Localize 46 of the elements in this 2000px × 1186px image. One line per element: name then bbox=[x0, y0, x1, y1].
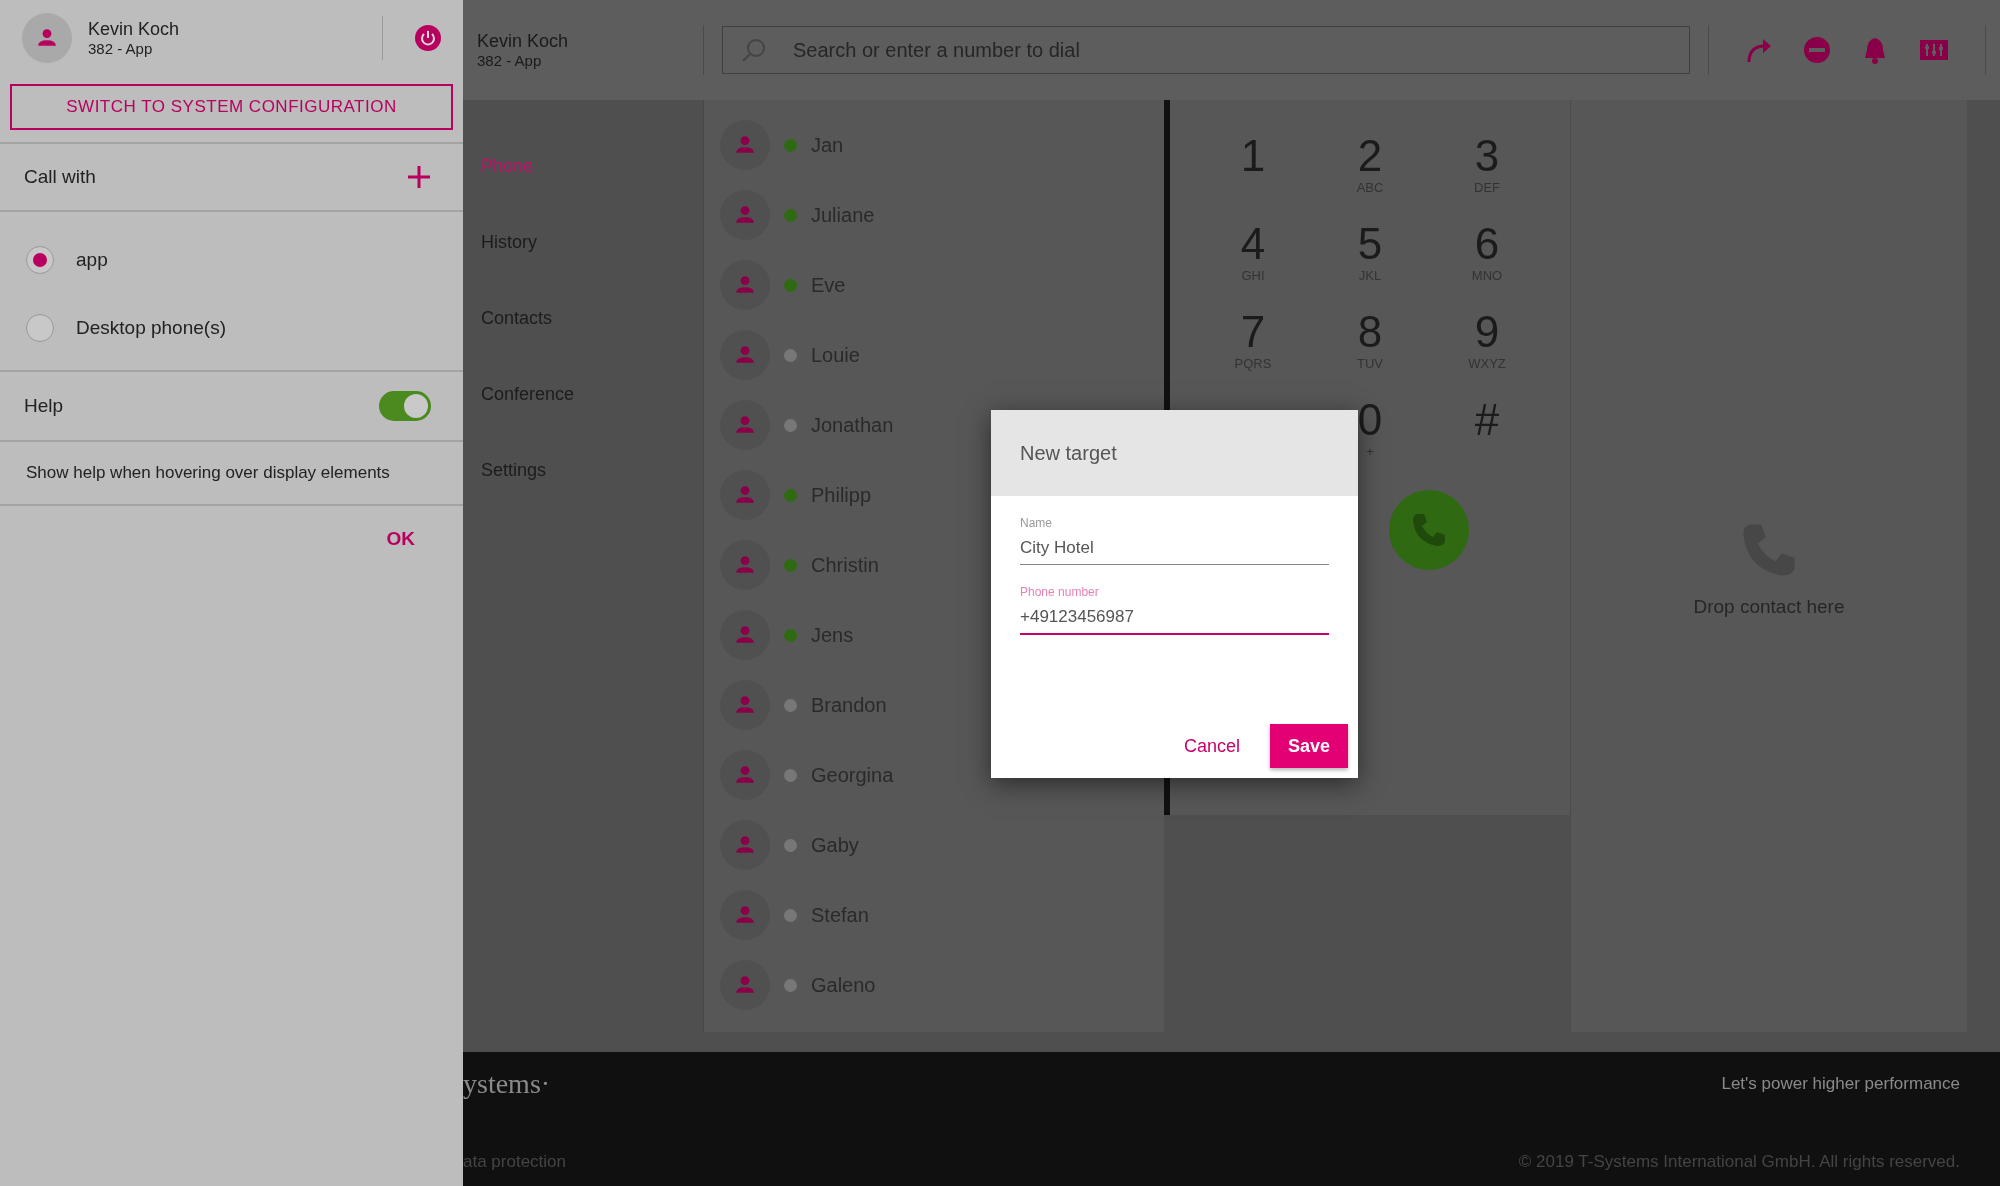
nav-item[interactable]: Phone bbox=[463, 128, 552, 204]
person-icon bbox=[734, 834, 756, 856]
tagline: Let's power higher performance bbox=[1721, 1073, 1960, 1094]
radio-button[interactable] bbox=[26, 246, 54, 274]
cancel-button[interactable]: Cancel bbox=[1165, 724, 1258, 768]
search-icon bbox=[741, 37, 767, 63]
person-icon bbox=[734, 414, 756, 436]
text-field[interactable]: City Hotel bbox=[1020, 530, 1329, 558]
user-name: Kevin Koch bbox=[477, 31, 570, 52]
option-label: app bbox=[76, 249, 108, 271]
field-label: Phone number bbox=[1020, 585, 1100, 599]
help-label: Help bbox=[24, 395, 64, 417]
dial-key[interactable]: # bbox=[1428, 396, 1546, 484]
text-field[interactable]: +49123456987 bbox=[1020, 599, 1329, 627]
person-icon bbox=[734, 694, 756, 716]
help-toggle[interactable] bbox=[379, 391, 431, 421]
add-icon[interactable] bbox=[407, 165, 431, 189]
do-not-disturb-icon[interactable] bbox=[1803, 36, 1831, 64]
power-icon[interactable] bbox=[415, 25, 441, 51]
person-icon bbox=[734, 274, 756, 296]
person-icon bbox=[734, 554, 756, 576]
radio-button[interactable] bbox=[26, 314, 54, 342]
person-icon bbox=[734, 974, 756, 996]
person-icon bbox=[734, 484, 756, 506]
person-icon bbox=[734, 344, 756, 366]
call-with-label: Call with bbox=[24, 166, 96, 188]
dial-key[interactable]: 1 bbox=[1194, 132, 1312, 220]
user-extension: 382 - App bbox=[477, 52, 543, 69]
person-icon bbox=[734, 624, 756, 646]
option-label: Desktop phone(s) bbox=[76, 317, 226, 339]
dialog-title: New target bbox=[1020, 441, 1117, 465]
logo-text: ystems· bbox=[463, 1068, 552, 1100]
switch-configuration-button[interactable]: SWITCH TO SYSTEM CONFIGURATION bbox=[10, 84, 453, 130]
help-description: Show help when hovering over display elements bbox=[26, 463, 390, 483]
person-icon bbox=[734, 904, 756, 926]
person-icon bbox=[734, 134, 756, 156]
person-icon bbox=[734, 204, 756, 226]
forward-arrow-icon[interactable] bbox=[1745, 36, 1773, 64]
person-icon bbox=[734, 764, 756, 786]
user-name: Kevin Koch bbox=[88, 19, 181, 40]
person-icon bbox=[36, 27, 58, 49]
ok-button[interactable]: OK bbox=[378, 524, 423, 554]
user-extension: 382 - App bbox=[88, 40, 154, 57]
save-button[interactable]: Save bbox=[1269, 724, 1348, 768]
dial-key[interactable]: 0 + bbox=[1311, 396, 1429, 484]
field-label: Name bbox=[1020, 516, 1053, 530]
